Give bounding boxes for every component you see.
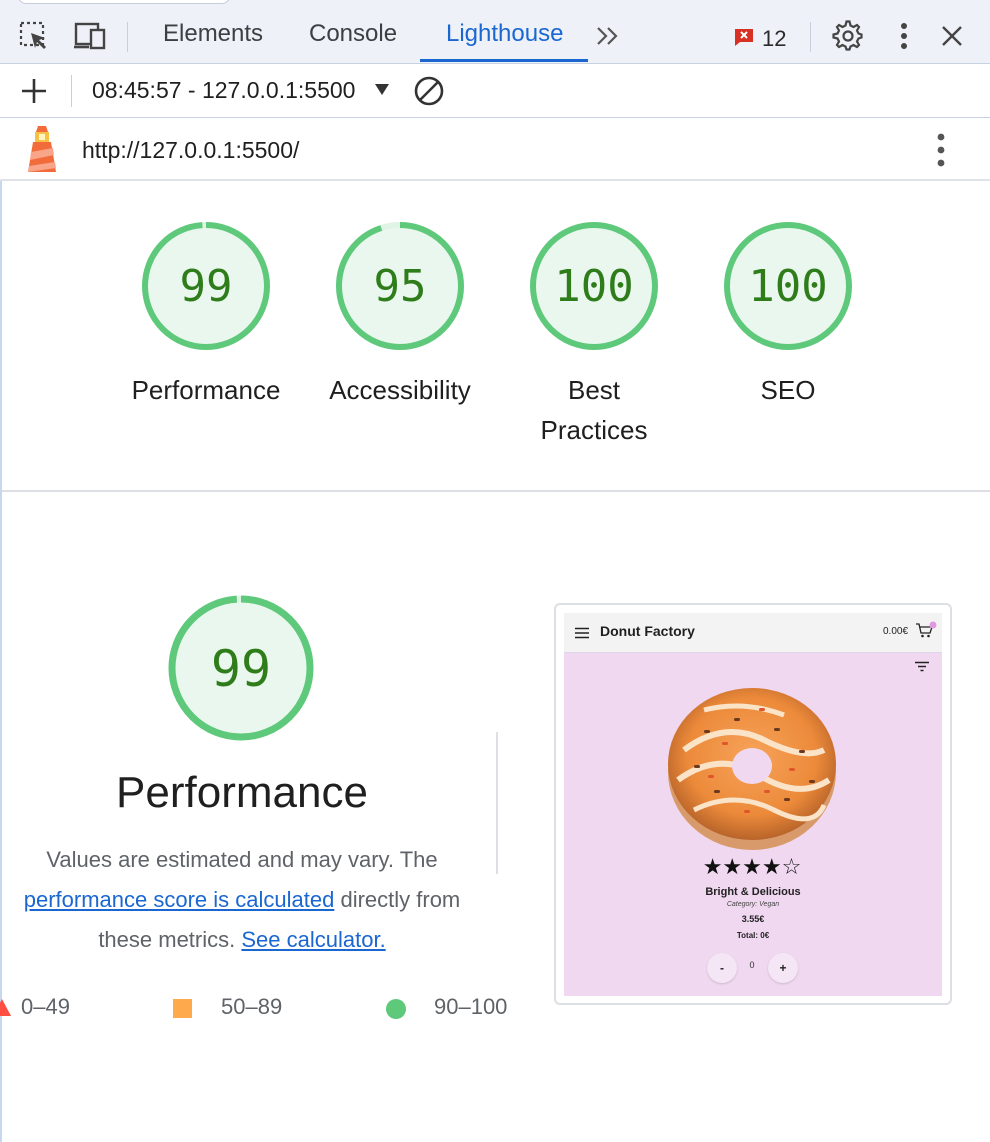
tab-lighthouse[interactable]: Lighthouse bbox=[446, 20, 563, 64]
product-price: 3.55€ bbox=[741, 914, 765, 924]
gauge-score: 95 bbox=[373, 261, 427, 312]
report-select-dropdown[interactable]: 08:45:57 - 127.0.0.1:5500 bbox=[92, 77, 355, 104]
more-tabs-chevron-icon[interactable] bbox=[590, 18, 626, 54]
desc-text: directly from bbox=[340, 887, 461, 912]
desc-text: Values are estimated and may vary. The bbox=[46, 847, 438, 872]
legend-average: 50–89 bbox=[221, 994, 283, 1019]
dropdown-caret-icon[interactable] bbox=[374, 82, 390, 101]
toolbar-divider bbox=[810, 22, 811, 52]
devtools-tab-strip: Elements Console Lighthouse 12 bbox=[0, 0, 990, 64]
active-tab-indicator bbox=[420, 59, 588, 62]
tab-elements[interactable]: Elements bbox=[163, 20, 263, 64]
gauge-label: Accessibility bbox=[329, 375, 471, 405]
gauge-label: Performance bbox=[131, 375, 281, 405]
average-square-icon bbox=[173, 999, 192, 1018]
increment-button: + bbox=[768, 953, 798, 983]
performance-title: Performance bbox=[116, 768, 368, 817]
window-notch bbox=[18, 0, 230, 4]
product-total: Total: 0€ bbox=[736, 931, 770, 940]
toolbar-divider bbox=[127, 22, 128, 52]
report-url-row: http://127.0.0.1:5500/ bbox=[0, 118, 990, 181]
filter-icon bbox=[914, 660, 930, 678]
device-toolbar-icon[interactable] bbox=[72, 18, 108, 54]
inspect-element-icon[interactable] bbox=[16, 18, 52, 54]
decrement-button: - bbox=[707, 953, 737, 983]
performance-description: Values are estimated and may vary. The p… bbox=[0, 840, 484, 960]
score-calculated-link[interactable]: performance score is calculated bbox=[24, 887, 335, 912]
hamburger-menu-icon bbox=[575, 626, 589, 644]
lighthouse-toolbar: 08:45:57 - 127.0.0.1:5500 bbox=[0, 64, 990, 118]
rating-stars: ★★★★☆ bbox=[702, 854, 802, 879]
quantity-value: 0 bbox=[749, 960, 755, 970]
close-devtools-icon[interactable] bbox=[934, 18, 970, 54]
donut-image bbox=[664, 680, 840, 861]
tab-console[interactable]: Console bbox=[309, 20, 397, 64]
product-name: Bright & Delicious bbox=[705, 886, 801, 898]
fail-triangle-icon bbox=[0, 999, 11, 1016]
cart-icon bbox=[915, 621, 937, 644]
performance-score: 99 bbox=[210, 640, 272, 698]
legend-pass: 90–100 bbox=[434, 994, 508, 1019]
see-calculator-link[interactable]: See calculator. bbox=[241, 927, 385, 952]
toolbar-divider bbox=[71, 75, 72, 107]
settings-gear-icon[interactable] bbox=[830, 18, 866, 54]
vertical-divider bbox=[496, 732, 498, 874]
section-divider bbox=[2, 490, 990, 492]
lighthouse-logo-icon bbox=[24, 124, 60, 179]
clear-reports-icon[interactable] bbox=[412, 74, 446, 113]
more-options-kebab-icon[interactable] bbox=[886, 18, 922, 54]
pass-circle-icon bbox=[386, 999, 406, 1019]
gauge-label-line: Best bbox=[567, 375, 621, 405]
error-flag-icon bbox=[734, 27, 754, 52]
gauge-score: 99 bbox=[179, 261, 233, 312]
gauge-label: Best Practices bbox=[494, 370, 694, 450]
report-menu-kebab-icon[interactable] bbox=[936, 132, 946, 173]
gauge-label-line: Practices bbox=[540, 415, 648, 445]
gauge-label: SEO bbox=[760, 375, 816, 405]
issues-count: 12 bbox=[762, 26, 787, 51]
gauge-score: 100 bbox=[554, 261, 634, 312]
issues-counter[interactable]: 12 bbox=[734, 26, 786, 52]
site-title: Donut Factory bbox=[600, 623, 695, 639]
gauge-score: 100 bbox=[748, 261, 828, 312]
report-url: http://127.0.0.1:5500/ bbox=[82, 137, 300, 163]
desc-text: these metrics. bbox=[98, 927, 236, 952]
product-category: Category: Vegan bbox=[726, 901, 780, 908]
cart-total: 0.00€ bbox=[883, 626, 909, 637]
new-report-plus-icon[interactable] bbox=[18, 75, 50, 112]
legend-fail: 0–49 bbox=[21, 994, 70, 1019]
